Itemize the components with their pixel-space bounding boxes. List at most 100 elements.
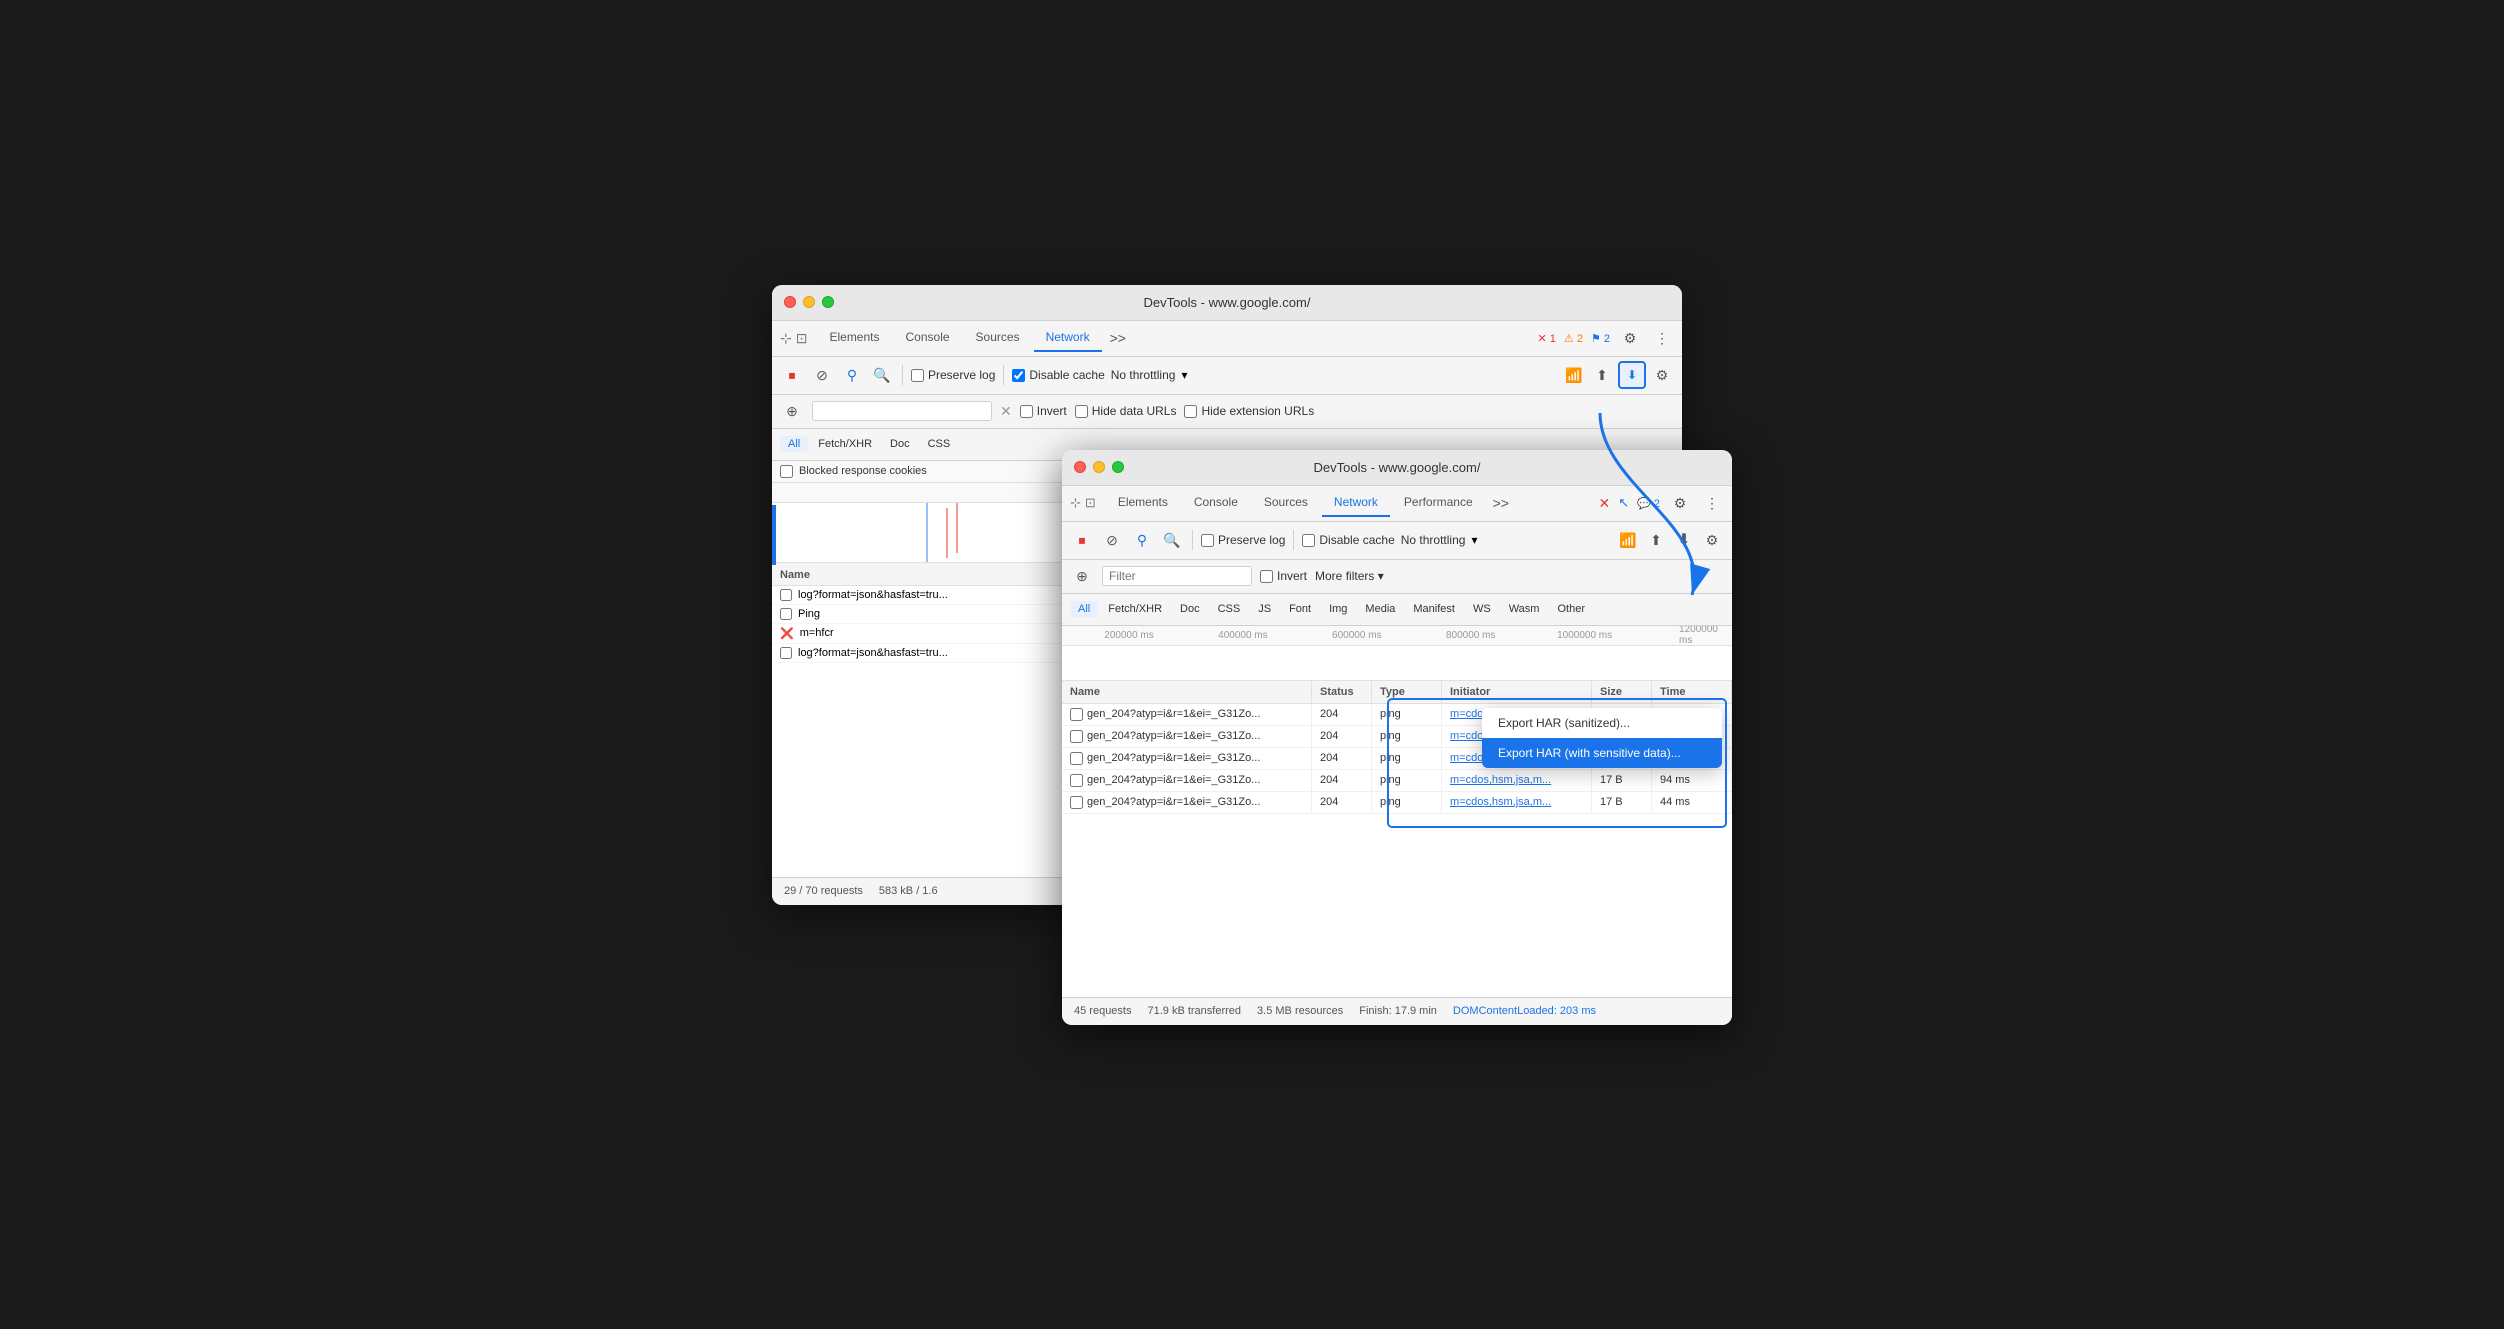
back-filter-input[interactable] xyxy=(812,401,992,421)
back-hide-data-checkbox[interactable] xyxy=(1075,405,1088,418)
back-wifi-icon[interactable]: 📶 xyxy=(1562,363,1586,387)
front-minimize-button[interactable] xyxy=(1093,461,1105,473)
front-disable-cache-label[interactable]: Disable cache xyxy=(1302,533,1394,547)
front-row-0-checkbox[interactable] xyxy=(1070,708,1083,721)
back-preserve-log-checkbox[interactable] xyxy=(911,369,924,382)
back-filter-button[interactable]: ⚲ xyxy=(840,363,864,387)
back-tab-network[interactable]: Network xyxy=(1034,324,1102,352)
front-throttle-select[interactable]: No throttling xyxy=(1401,533,1466,547)
front-clear-button[interactable]: ⊘ xyxy=(1100,528,1124,552)
front-type-js[interactable]: JS xyxy=(1250,601,1279,617)
back-search-button[interactable]: 🔍 xyxy=(870,363,894,387)
front-type-css[interactable]: CSS xyxy=(1210,601,1249,617)
front-tab-performance[interactable]: Performance xyxy=(1392,489,1485,517)
back-type-fetch[interactable]: Fetch/XHR xyxy=(810,436,880,452)
back-clear-button[interactable]: ⊘ xyxy=(810,363,834,387)
front-settings-icon[interactable]: ⚙ xyxy=(1668,491,1692,515)
front-row-4-initiator[interactable]: m=cdos,hsm,jsa,m... xyxy=(1442,792,1592,813)
front-th-status[interactable]: Status xyxy=(1312,681,1372,703)
front-tab-more[interactable]: >> xyxy=(1487,491,1515,515)
front-th-type[interactable]: Type xyxy=(1372,681,1442,703)
front-tab-network[interactable]: Network xyxy=(1322,489,1390,517)
front-th-initiator[interactable]: Initiator xyxy=(1442,681,1592,703)
front-close-button[interactable] xyxy=(1074,461,1086,473)
back-throttle-arrow[interactable]: ▾ xyxy=(1181,368,1187,382)
front-row-3-checkbox[interactable] xyxy=(1070,774,1083,787)
front-invert-label[interactable]: Invert xyxy=(1260,569,1307,583)
front-tab-sources[interactable]: Sources xyxy=(1252,489,1320,517)
back-device-icon[interactable]: ⊡ xyxy=(796,330,808,347)
front-download-button[interactable]: ⬇ xyxy=(1672,528,1696,552)
front-invert-checkbox[interactable] xyxy=(1260,570,1273,583)
menu-export-sensitive[interactable]: Export HAR (with sensitive data)... xyxy=(1482,738,1722,768)
back-warning-badge[interactable]: ⚠ 2 xyxy=(1564,332,1583,345)
back-flag-badge[interactable]: ⚑ 2 xyxy=(1591,332,1610,345)
front-inspect-icon[interactable]: ⊹ xyxy=(1070,495,1081,511)
back-hide-ext-label[interactable]: Hide extension URLs xyxy=(1184,404,1314,418)
front-type-wasm[interactable]: Wasm xyxy=(1501,601,1548,617)
back-filter-clear-icon[interactable]: ✕ xyxy=(1000,403,1012,420)
back-tab-more[interactable]: >> xyxy=(1104,326,1132,350)
back-row-1-checkbox[interactable] xyxy=(780,608,792,620)
back-upload-icon[interactable]: ⬆ xyxy=(1590,363,1614,387)
front-type-manifest[interactable]: Manifest xyxy=(1405,601,1463,617)
front-preserve-log-checkbox[interactable] xyxy=(1201,534,1214,547)
back-tab-elements[interactable]: Elements xyxy=(817,324,891,352)
back-invert-label[interactable]: Invert xyxy=(1020,404,1067,418)
front-row-3-initiator[interactable]: m=cdos,hsm,jsa,m... xyxy=(1442,770,1592,791)
back-inspect-icon[interactable]: ⊹ xyxy=(780,330,792,347)
back-disable-cache-checkbox[interactable] xyxy=(1012,369,1025,382)
front-type-img[interactable]: Img xyxy=(1321,601,1355,617)
back-preserve-log-label[interactable]: Preserve log xyxy=(911,368,995,382)
front-type-media[interactable]: Media xyxy=(1357,601,1403,617)
front-filter-icon[interactable]: ⊕ xyxy=(1070,564,1094,588)
front-type-doc[interactable]: Doc xyxy=(1172,601,1208,617)
front-th-time[interactable]: Time xyxy=(1652,681,1732,703)
front-type-all[interactable]: All xyxy=(1070,601,1098,617)
back-settings-icon[interactable]: ⚙ xyxy=(1618,326,1642,350)
back-hide-data-label[interactable]: Hide data URLs xyxy=(1075,404,1177,418)
front-search-button[interactable]: 🔍 xyxy=(1160,528,1184,552)
front-tab-console[interactable]: Console xyxy=(1182,489,1250,517)
front-tab-elements[interactable]: Elements xyxy=(1106,489,1180,517)
back-minimize-button[interactable] xyxy=(803,296,815,308)
front-devtools-settings[interactable]: ⚙ xyxy=(1700,528,1724,552)
front-row-4[interactable]: gen_204?atyp=i&r=1&ei=_G31Zo... 204 ping… xyxy=(1062,792,1732,814)
front-th-size[interactable]: Size xyxy=(1592,681,1652,703)
front-filter-input[interactable] xyxy=(1102,566,1252,586)
back-type-all[interactable]: All xyxy=(780,436,808,452)
front-error-icon[interactable]: ✕ xyxy=(1598,495,1610,512)
front-type-ws[interactable]: WS xyxy=(1465,601,1499,617)
menu-export-sanitized[interactable]: Export HAR (sanitized)... xyxy=(1482,708,1722,738)
back-row-3-checkbox[interactable] xyxy=(780,647,792,659)
front-filter-button[interactable]: ⚲ xyxy=(1130,528,1154,552)
front-stop-button[interactable]: ⏹ xyxy=(1070,528,1094,552)
back-maximize-button[interactable] xyxy=(822,296,834,308)
back-type-css[interactable]: CSS xyxy=(920,436,959,452)
back-tab-sources[interactable]: Sources xyxy=(964,324,1032,352)
front-device-icon[interactable]: ⊡ xyxy=(1085,495,1096,511)
back-row-0-checkbox[interactable] xyxy=(780,589,792,601)
back-disable-cache-label[interactable]: Disable cache xyxy=(1012,368,1104,382)
back-throttle-select[interactable]: No throttling xyxy=(1111,368,1176,382)
back-hide-ext-checkbox[interactable] xyxy=(1184,405,1197,418)
front-row-1-checkbox[interactable] xyxy=(1070,730,1083,743)
back-tab-console[interactable]: Console xyxy=(894,324,962,352)
front-th-name[interactable]: Name xyxy=(1062,681,1312,703)
front-type-font[interactable]: Font xyxy=(1281,601,1319,617)
back-close-button[interactable] xyxy=(784,296,796,308)
back-blocked-checkbox[interactable] xyxy=(780,465,793,478)
front-preserve-log-label[interactable]: Preserve log xyxy=(1201,533,1285,547)
front-type-fetch[interactable]: Fetch/XHR xyxy=(1100,601,1170,617)
front-wifi-icon[interactable]: 📶 xyxy=(1616,528,1640,552)
front-throttle-arrow[interactable]: ▾ xyxy=(1471,533,1477,547)
front-disable-cache-checkbox[interactable] xyxy=(1302,534,1315,547)
back-type-doc[interactable]: Doc xyxy=(882,436,918,452)
back-devtools-settings[interactable]: ⚙ xyxy=(1650,363,1674,387)
front-upload-icon[interactable]: ⬆ xyxy=(1644,528,1668,552)
back-more-icon[interactable]: ⋮ xyxy=(1650,326,1674,350)
back-error-badge[interactable]: ✕ 1 xyxy=(1538,332,1556,345)
front-row-4-checkbox[interactable] xyxy=(1070,796,1083,809)
front-chat-badge[interactable]: 💬 2 xyxy=(1637,497,1660,510)
front-arrow-icon[interactable]: ↖ xyxy=(1618,495,1629,511)
